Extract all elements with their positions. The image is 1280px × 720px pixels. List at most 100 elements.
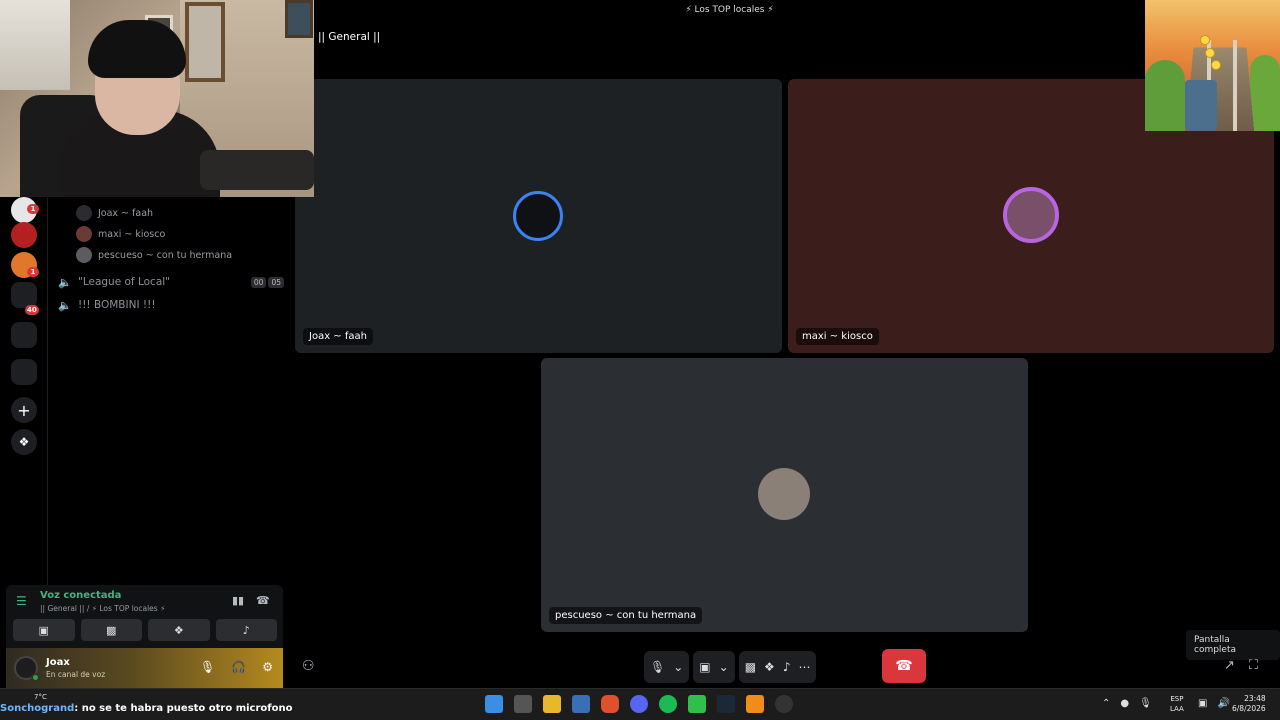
- online-status-dot: [31, 673, 40, 682]
- extra-controls: ▩ ❖ ♪ ⋯: [738, 651, 817, 683]
- member-name: Joax ~ faah: [98, 207, 154, 219]
- clock[interactable]: 23:48 6/8/2026: [1232, 694, 1266, 714]
- signal-icon[interactable]: ☰: [16, 594, 27, 608]
- gear-icon[interactable]: ⚙: [262, 660, 273, 674]
- popout-icon[interactable]: ↗: [1224, 658, 1235, 673]
- fullscreen-icon[interactable]: ⛶: [1249, 658, 1258, 673]
- taskbar: 7°C Sonchogrand: no se te habra puesto o…: [0, 688, 1280, 720]
- member-name: maxi ~ kiosco: [98, 228, 166, 240]
- microphone-icon[interactable]: 🎙: [650, 660, 665, 674]
- speaker-icon: 🔈: [58, 276, 72, 289]
- voice-channel[interactable]: 🔈 !!! BOMBINI !!!: [58, 296, 284, 314]
- camera-off-icon[interactable]: ▣: [699, 660, 710, 674]
- voice-channel[interactable]: 🔈 "League of Local" 00 05: [58, 273, 284, 291]
- title-bar: ⚡ Los TOP locales ⚡: [314, 0, 1145, 22]
- mic-control[interactable]: 🎙 ⌄: [644, 651, 690, 683]
- server-folder-icon[interactable]: [11, 359, 37, 385]
- participant-tile[interactable]: Joax ~ faah: [295, 79, 782, 353]
- participant-name: Joax ~ faah: [303, 328, 373, 345]
- voice-member[interactable]: maxi ~ kiosco: [76, 226, 165, 242]
- avatar: [76, 226, 92, 242]
- member-name: pescueso ~ con tu hermana: [98, 249, 233, 261]
- add-server-icon[interactable]: +: [11, 397, 37, 423]
- camera-off-icon: ▣: [38, 623, 49, 637]
- soundboard-icon: ♪: [242, 623, 250, 637]
- avatar: [513, 191, 563, 241]
- voice-location[interactable]: || General || / ⚡ Los TOP locales ⚡: [40, 604, 165, 613]
- avatar: [76, 205, 92, 221]
- phone-hangup-icon: ☎: [895, 658, 913, 674]
- tray-app-icon[interactable]: ●: [1120, 698, 1129, 709]
- unread-badge: 1: [27, 267, 39, 277]
- username[interactable]: Joax: [46, 657, 70, 668]
- chat-message: : no se te habra puesto otro microfono: [74, 703, 293, 714]
- soundboard-icon[interactable]: ♪: [783, 660, 791, 674]
- server-icon[interactable]: [11, 222, 37, 248]
- invite-user-icon[interactable]: ⚇: [302, 658, 315, 674]
- avatar: [758, 468, 810, 520]
- speaker-icon: 🔈: [58, 299, 72, 312]
- channel-name: !!! BOMBINI !!!: [78, 299, 156, 311]
- store-icon[interactable]: [572, 695, 590, 713]
- screen-share-icon: ▩: [106, 623, 117, 637]
- voice-status[interactable]: Voz conectada: [40, 590, 121, 601]
- user-status: En canal de voz: [46, 670, 106, 679]
- game-overlay: [1145, 0, 1280, 131]
- server-folder-icon[interactable]: [11, 322, 37, 348]
- noise-suppression-icon[interactable]: ▮▮: [232, 594, 244, 607]
- volume-icon[interactable]: 🔊: [1217, 698, 1229, 709]
- more-options-icon[interactable]: ⋯: [798, 660, 810, 674]
- window-title: ⚡ Los TOP locales ⚡: [685, 5, 774, 15]
- camera-off-button[interactable]: ▣: [13, 619, 75, 641]
- discord-icon[interactable]: [630, 695, 648, 713]
- fullscreen-tooltip: Pantalla completa: [1186, 630, 1280, 660]
- participant-name: pescueso ~ con tu hermana: [549, 607, 703, 624]
- participant-name: maxi ~ kiosco: [796, 328, 879, 345]
- voice-member[interactable]: pescueso ~ con tu hermana: [76, 247, 232, 263]
- camtasia-icon[interactable]: [688, 695, 706, 713]
- disconnect-icon[interactable]: ☎: [256, 594, 270, 607]
- obs-icon[interactable]: [775, 695, 793, 713]
- unread-badge: 40: [25, 305, 39, 315]
- chevron-up-icon[interactable]: ⌃: [1102, 698, 1110, 709]
- channel-header: || General ||: [318, 31, 381, 43]
- avatar: [76, 247, 92, 263]
- app-icon[interactable]: [746, 695, 764, 713]
- file-explorer-icon[interactable]: [543, 695, 561, 713]
- chevron-down-icon[interactable]: ⌄: [719, 660, 729, 674]
- headphones-icon[interactable]: 🎧: [231, 660, 246, 674]
- spotify-icon[interactable]: [659, 695, 677, 713]
- channel-name: "League of Local": [78, 276, 171, 288]
- voice-member[interactable]: Joax ~ faah: [76, 205, 153, 221]
- weather-widget[interactable]: 7°C: [34, 693, 47, 701]
- activities-button[interactable]: ❖: [148, 619, 210, 641]
- stream-chat-overlay: Sonchogrand: no se te habra puesto otro …: [0, 703, 293, 714]
- chat-username: Sonchogrand: [0, 703, 75, 714]
- avatar: [1003, 187, 1059, 243]
- channel-list: Joax ~ faah maxi ~ kiosco pescueso ~ con…: [48, 197, 288, 587]
- soundboard-button[interactable]: ♪: [215, 619, 277, 641]
- activities-icon: ❖: [173, 623, 184, 637]
- network-icon[interactable]: ▣: [1198, 698, 1207, 709]
- brave-browser-icon[interactable]: [601, 695, 619, 713]
- user-panel: Joax En canal de voz 🎙 🎧 ⚙: [6, 648, 283, 688]
- camera-control[interactable]: ▣ ⌄: [693, 651, 735, 683]
- steam-icon[interactable]: [717, 695, 735, 713]
- voice-connected-panel: ☰ Voz conectada || General || / ⚡ Los TO…: [6, 585, 283, 648]
- screen-share-icon[interactable]: ▩: [745, 660, 756, 674]
- task-view-icon[interactable]: [514, 695, 532, 713]
- discover-icon[interactable]: ❖: [11, 429, 37, 455]
- unread-badge: 1: [27, 204, 39, 214]
- activities-icon[interactable]: ❖: [764, 660, 775, 674]
- language-indicator[interactable]: ESP LAA: [1170, 694, 1184, 714]
- leave-call-button[interactable]: ☎: [882, 649, 926, 683]
- microphone-icon[interactable]: 🎙: [200, 660, 215, 674]
- windows-start-icon[interactable]: [485, 695, 503, 713]
- call-controls: 🎙 ⌄ ▣ ⌄ ▩ ❖ ♪ ⋯: [644, 651, 817, 683]
- participant-tile[interactable]: pescueso ~ con tu hermana: [541, 358, 1028, 632]
- microphone-icon[interactable]: 🎙: [1139, 698, 1152, 709]
- chevron-down-icon[interactable]: ⌄: [673, 660, 683, 674]
- webcam-overlay: [0, 0, 314, 197]
- share-screen-button[interactable]: ▩: [80, 619, 142, 641]
- channel-timer: 00 05: [250, 276, 284, 288]
